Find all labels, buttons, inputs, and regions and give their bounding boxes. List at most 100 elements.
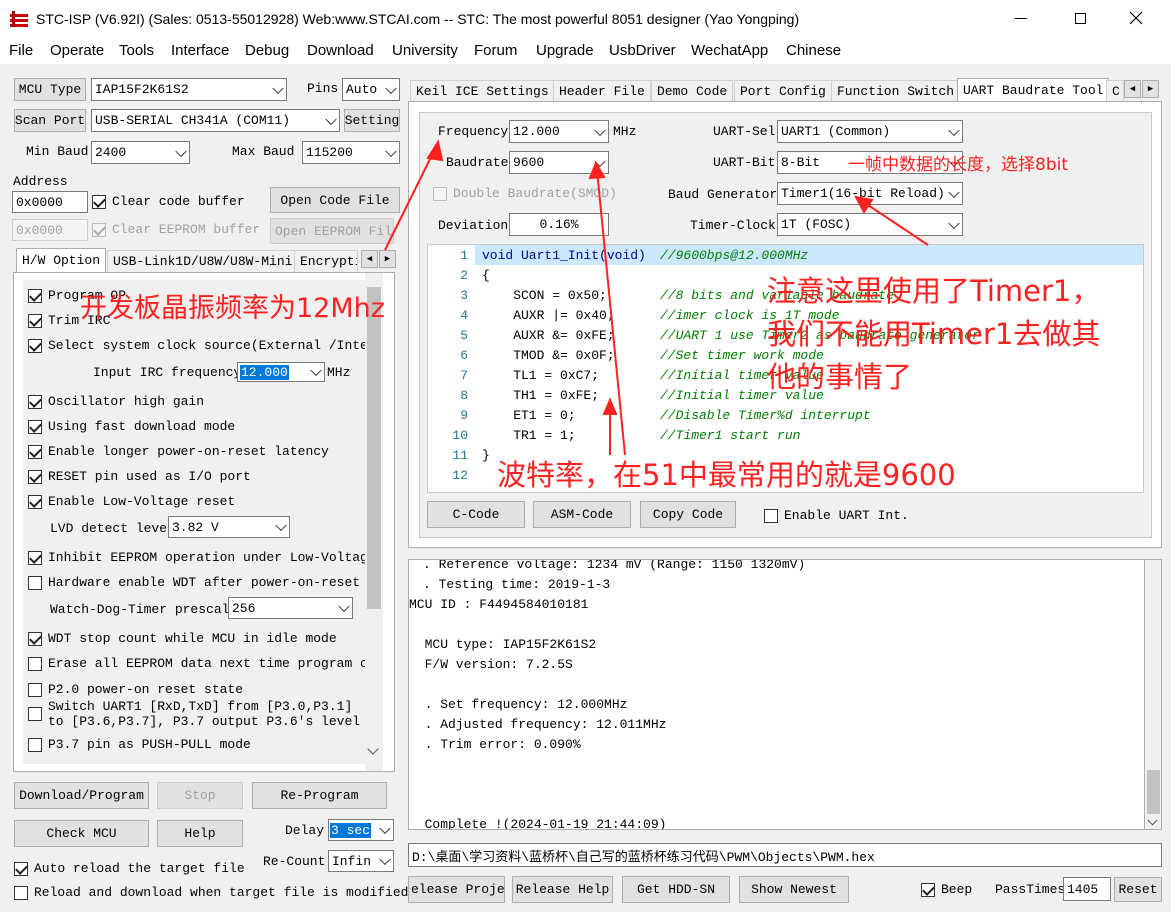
asm-code-button[interactable]: ASM-Code [533, 501, 631, 528]
scroll-thumb[interactable] [367, 287, 381, 609]
log-scrollbar[interactable] [1145, 559, 1162, 830]
frequency-select[interactable]: 12.000 [509, 120, 609, 143]
eeprom-address-field[interactable]: 0x0000 [12, 219, 88, 241]
erase-eeprom-checkbox[interactable]: Erase all EEPROM data next time program … [28, 656, 365, 672]
tab-scroll-left-button[interactable]: ◀ [1124, 80, 1141, 98]
release-project-button[interactable]: elease Projec [408, 876, 505, 903]
chevron-down-icon [948, 217, 960, 229]
open-code-file-button[interactable]: Open Code File [270, 187, 400, 213]
oscillator-gain-checkbox[interactable]: Oscillator high gain [28, 394, 358, 410]
maximize-icon[interactable] [1075, 13, 1086, 24]
menu-interface[interactable]: Interface [171, 42, 229, 59]
baud-generator-select[interactable]: Timer1(16-bit Reload) [777, 182, 963, 205]
minimize-icon[interactable] [1015, 18, 1027, 19]
re-program-button[interactable]: Re-Program [252, 782, 387, 809]
tab-usb-link[interactable]: USB-Link1D/U8W/U8W-Mini [107, 250, 299, 272]
baud-generator-label: Baud Generator [668, 187, 778, 202]
p37-push-pull-checkbox[interactable]: P3.7 pin as PUSH-PULL mode [28, 737, 365, 753]
close-icon[interactable] [1128, 10, 1144, 26]
menu-upgrade[interactable]: Upgrade [536, 42, 594, 59]
tab-function-switch[interactable]: Function Switch [831, 80, 961, 102]
code-line-number: 6 [460, 348, 468, 363]
scroll-thumb[interactable] [1147, 770, 1160, 814]
help-button[interactable]: Help [157, 820, 243, 847]
select-clock-checkbox[interactable]: Select system clock source(External /Int… [28, 338, 365, 354]
p20-reset-state-checkbox[interactable]: P2.0 power-on reset state [28, 682, 365, 698]
uart-sel-select[interactable]: UART1 (Common) [777, 120, 963, 143]
show-newest-button[interactable]: Show Newest [739, 876, 849, 903]
log-output[interactable]: . Reference voltage: 1234 mV (Range: 115… [408, 559, 1145, 830]
tab-uart-baudrate-tool[interactable]: UART Baudrate Tool [957, 78, 1110, 102]
max-baud-select[interactable]: 115200 [302, 141, 400, 164]
menu-tools[interactable]: Tools [119, 42, 154, 59]
tab-hw-option[interactable]: H/W Option [16, 248, 107, 272]
tab-port-config[interactable]: Port Config [734, 80, 832, 102]
reset-button[interactable]: Reset [1114, 877, 1162, 902]
menu-operate[interactable]: Operate [50, 42, 104, 59]
target-file-path[interactable]: D:\桌面\学习资料\蓝桥杯\自己写的蓝桥杯练习代码\PWM\Objects\P… [408, 843, 1162, 867]
baudrate-select[interactable]: 9600 [509, 151, 609, 174]
recount-select[interactable]: Infin [328, 850, 394, 872]
switch-uart1-checkbox[interactable]: Switch UART1 [RxD,TxD] from [P3.0,P3.1] t… [28, 700, 365, 730]
beep-checkbox[interactable]: Beep [921, 882, 991, 898]
stop-button[interactable]: Stop [157, 782, 243, 809]
download-program-button[interactable]: Download/Program [14, 782, 149, 809]
wdt-stop-idle-checkbox[interactable]: WDT stop count while MCU in idle mode [28, 631, 365, 647]
c-code-button[interactable]: C-Code [427, 501, 525, 528]
menu-wechatapp[interactable]: WechatApp [691, 42, 768, 59]
delay-select[interactable]: 3 sec [328, 819, 394, 841]
clear-eeprom-checkbox[interactable]: Clear EEPROM buffer [92, 222, 262, 238]
longer-reset-checkbox[interactable]: Enable longer power-on-reset latency [28, 444, 358, 460]
options-scrollbar[interactable] [365, 273, 383, 771]
pins-select[interactable]: Auto [342, 78, 400, 101]
port-select[interactable]: USB-SERIAL CH341A (COM11) [91, 109, 340, 132]
app-icon [10, 11, 28, 27]
low-voltage-reset-checkbox[interactable]: Enable Low-Voltage reset [28, 494, 358, 510]
wdt-prescale-select[interactable]: 256 [228, 597, 353, 619]
reload-download-checkbox[interactable]: Reload and download when target file is … [14, 885, 408, 901]
menu-university[interactable]: University [392, 42, 458, 59]
fast-download-checkbox[interactable]: Using fast download mode [28, 419, 358, 435]
irc-frequency-input[interactable]: 12.000 [237, 362, 325, 382]
menu-chinese[interactable]: Chinese [786, 42, 841, 59]
inhibit-eeprom-checkbox[interactable]: Inhibit EEPROM operation under Low-Volta… [28, 550, 365, 566]
code-line-number: 12 [452, 468, 468, 483]
setting-button[interactable]: Setting [344, 109, 400, 132]
tab-scroll-right-button[interactable]: ▶ [1142, 80, 1159, 98]
timer-clock-select[interactable]: 1T (FOSC) [777, 213, 963, 236]
menu-usbdriver[interactable]: UsbDriver [609, 42, 676, 59]
lvd-select[interactable]: 3.82 V [168, 516, 290, 538]
chevron-down-icon [594, 155, 606, 167]
reset-io-checkbox[interactable]: RESET pin used as I/O port [28, 469, 358, 485]
code-line-number: 1 [460, 248, 468, 263]
menu-file[interactable]: File [9, 42, 33, 59]
get-hdd-sn-button[interactable]: Get HDD-SN [622, 876, 730, 903]
chevron-down-icon[interactable] [367, 743, 379, 755]
open-eeprom-file-button[interactable]: Open EEPROM File [270, 218, 394, 244]
tab-demo-code[interactable]: Demo Code [651, 80, 734, 102]
tab-more[interactable]: C [1106, 80, 1124, 102]
tab-encrypt[interactable]: Encrypti [294, 250, 358, 272]
clear-code-checkbox[interactable]: Clear code buffer [92, 194, 262, 210]
mcu-type-select[interactable]: IAP15F2K61S2 [91, 78, 287, 101]
hardware-wdt-checkbox[interactable]: Hardware enable WDT after power-on-reset [28, 575, 365, 591]
double-baudrate-checkbox[interactable]: Double Baudrate(SMOD) [433, 186, 633, 202]
release-help-button[interactable]: Release Help [512, 876, 613, 903]
tab-scroll-left-button[interactable]: ◀ [361, 250, 378, 268]
check-mcu-button[interactable]: Check MCU [14, 820, 149, 847]
mcu-type-button[interactable]: MCU Type [14, 78, 86, 101]
code-line-text: TMOD &= 0x0F; [482, 348, 615, 363]
tab-scroll-right-button[interactable]: ▶ [379, 250, 396, 268]
menu-forum[interactable]: Forum [474, 42, 517, 59]
tab-header-file[interactable]: Header File [553, 80, 651, 102]
scan-port-button[interactable]: Scan Port [14, 109, 86, 132]
enable-uart-int-checkbox[interactable]: Enable UART Int. [764, 508, 914, 524]
chevron-down-icon[interactable] [1147, 815, 1158, 826]
auto-reload-checkbox[interactable]: Auto reload the target file [14, 861, 254, 877]
min-baud-select[interactable]: 2400 [91, 141, 190, 164]
copy-code-button[interactable]: Copy Code [640, 501, 736, 528]
tab-keil-ice[interactable]: Keil ICE Settings [410, 80, 555, 102]
menu-download[interactable]: Download [307, 42, 374, 59]
code-address-field[interactable]: 0x0000 [12, 191, 88, 213]
menu-debug[interactable]: Debug [245, 42, 289, 59]
